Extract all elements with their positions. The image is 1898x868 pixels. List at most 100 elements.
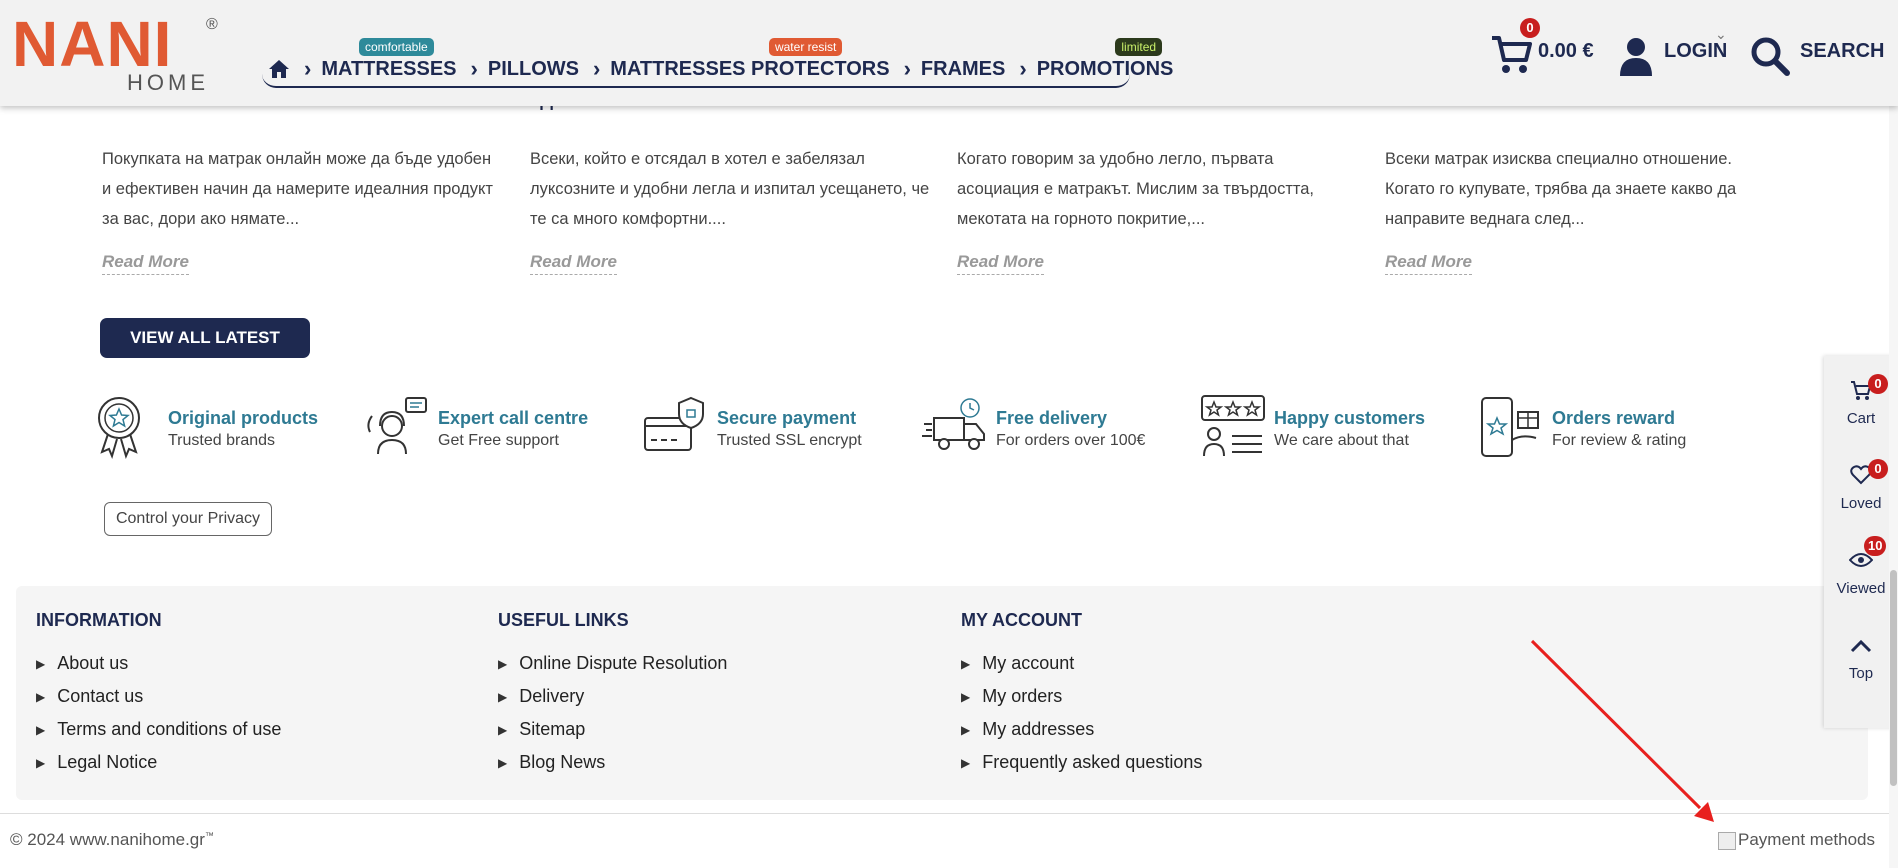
side-viewed-button[interactable]: 10 Viewed [1824, 536, 1898, 597]
award-medal-icon [98, 397, 140, 459]
side-loved-button[interactable]: 0 Loved [1824, 451, 1898, 512]
read-more-link[interactable]: Read More [1385, 252, 1472, 275]
caret-right-icon: ▶ [36, 689, 46, 704]
view-all-posts-button[interactable]: VIEW ALL LATEST POSTS [100, 318, 310, 387]
caret-right-icon: ▶ [498, 689, 508, 704]
footer-column-heading: USEFUL LINKS [498, 610, 629, 630]
cart-icon [1492, 36, 1532, 73]
footer-column-useful-links: USEFUL LINKS ▶ Online Dispute Resolution … [498, 610, 727, 779]
footer-link[interactable]: ▶ My addresses [961, 713, 1202, 746]
chevron-down-icon[interactable]: ⌄ [1715, 26, 1727, 43]
nav-item-mattresses-protectors[interactable]: › MATTRESSES PROTECTORS water resist [592, 38, 890, 84]
caret-right-icon: ▶ [961, 689, 971, 704]
feature-title: Original products [168, 408, 319, 428]
main-nav: › MATTRESSES comfortable › PILLOWS › MAT… [262, 38, 1173, 88]
footer-link[interactable]: ▶ Delivery [498, 680, 727, 713]
nav-item-label: FRAMES [920, 57, 1006, 80]
nav-item-label: MATTRESSES [321, 57, 457, 80]
nav-badge-comfortable: comfortable [359, 38, 434, 56]
back-to-top-button[interactable]: Top [1824, 621, 1898, 682]
footer-link[interactable]: ▶ Legal Notice [36, 746, 281, 779]
nav-item-pillows[interactable]: › PILLOWS [471, 54, 579, 84]
chevron-right-icon: › [903, 56, 911, 81]
site-header: NANI ® HOME › MATTRESSES comfortable › P… [0, 0, 1898, 106]
nav-item-frames[interactable]: › FRAMES [904, 54, 1006, 84]
read-more-link[interactable]: Read More [957, 252, 1044, 275]
side-viewed-label: Viewed [1836, 580, 1886, 597]
footer-link-label: My addresses [982, 719, 1095, 739]
cart-total[interactable]: 0.00 € [1538, 40, 1594, 63]
feature-subtitle: For orders over 100€ [996, 432, 1146, 449]
blog-post: СИ? Всеки матрак изисква специално отнош… [1385, 88, 1785, 234]
footer-column-information: INFORMATION ▶ About us ▶ Contact us ▶ Terms… [36, 610, 281, 779]
footer-link-label: About us [57, 653, 129, 673]
footer-link[interactable]: ▶ My orders [961, 680, 1202, 713]
feature-subtitle: For review & rating [1552, 432, 1687, 449]
read-more-link[interactable]: Read More [102, 252, 189, 275]
post-excerpt: Всеки матрак изисква специално отношение… [1385, 150, 1737, 228]
chevron-right-icon: › [1019, 56, 1027, 81]
nav-badge-limited: limited [1115, 38, 1163, 56]
footer-link-label: Sitemap [519, 719, 586, 739]
footer-link[interactable]: ▶ Terms and conditions of use [36, 713, 281, 746]
caret-right-icon: ▶ [498, 656, 508, 671]
search-button[interactable] [1750, 36, 1790, 81]
footer-link[interactable]: ▶ Blog News [498, 746, 727, 779]
read-more-link[interactable]: Read More [530, 252, 617, 275]
blog-post: ПОКУПКА НА МАТРАК ONLINE Покупката на ма… [102, 88, 502, 234]
footer-column-my-account: MY ACCOUNT ▶ My account ▶ My orders ▶ My ad… [961, 610, 1202, 779]
footer-link-label: My account [982, 653, 1075, 673]
feature-subtitle: Trusted brands [168, 432, 276, 449]
footer-link-label: Contact us [57, 686, 144, 706]
phone-gift-icon [1481, 397, 1539, 457]
feature-subtitle: We care about that [1274, 432, 1409, 449]
nav-item-promotions[interactable]: › PROMOTIONS limited [1019, 38, 1174, 84]
feature-title: Orders reward [1552, 408, 1676, 428]
footer-link[interactable]: ▶ Contact us [36, 680, 281, 713]
footer-link-label: Frequently asked questions [982, 752, 1203, 772]
copyright-text: © 2024 www.nanihome.gr™ [10, 830, 214, 850]
feature-title: Happy customers [1274, 408, 1426, 428]
nav-item-mattresses[interactable]: › MATTRESSES comfortable [304, 38, 457, 84]
footer-link[interactable]: ▶ Online Dispute Resolution [498, 647, 727, 680]
logo-subtitle: HOME [127, 70, 209, 95]
broken-image-icon [1718, 831, 1736, 850]
secure-card-icon [644, 396, 704, 451]
footer-link-label: Legal Notice [57, 752, 158, 772]
side-cart-button[interactable]: 0 Cart [1824, 366, 1898, 427]
nani-home-logo[interactable]: NANI ® HOME [12, 12, 222, 96]
footer-link-label: Delivery [519, 686, 585, 706]
nav-item-label: MATTRESSES PROTECTORS [610, 57, 890, 80]
caret-right-icon: ▶ [36, 755, 46, 770]
search-label[interactable]: SEARCH [1800, 40, 1884, 63]
blog-post: МАТРАКА? Когато говорим за удобно легло,… [957, 88, 1357, 234]
back-to-top-label: Top [1848, 665, 1874, 682]
trademark-mark: ™ [204, 830, 214, 841]
caret-right-icon: ▶ [961, 722, 971, 737]
footer-links-panel [16, 586, 1868, 800]
delivery-truck-icon [922, 398, 985, 450]
control-privacy-button[interactable]: Control your Privacy [104, 502, 272, 536]
caret-right-icon: ▶ [36, 722, 46, 737]
footer-column-heading: INFORMATION [36, 610, 162, 630]
page-scrollbar-thumb[interactable] [1890, 570, 1897, 786]
logo-brand: NANI [12, 8, 173, 80]
copyright-label: © 2024 www.nanihome.gr [10, 830, 205, 849]
footer-link[interactable]: ▶ Sitemap [498, 713, 727, 746]
footer-link[interactable]: ▶ About us [36, 647, 281, 680]
chevron-up-icon [1850, 639, 1872, 653]
footer-link[interactable]: ▶ My account [961, 647, 1202, 680]
side-loved-label: Loved [1840, 495, 1882, 512]
nav-item-label: PROMOTIONS [1036, 57, 1174, 80]
nav-badge-water-resist: water resist [768, 38, 843, 56]
home-icon[interactable] [268, 54, 290, 84]
login-label[interactable]: LOGIN [1664, 40, 1727, 63]
chevron-right-icon: › [592, 56, 601, 81]
post-excerpt: Когато говорим за удобно легло, първата … [957, 150, 1315, 228]
caret-right-icon: ▶ [961, 656, 971, 671]
footer-link-label: My orders [982, 686, 1063, 706]
payment-methods-alt: Payment methods [1738, 830, 1876, 849]
footer-link[interactable]: ▶ Frequently asked questions [961, 746, 1202, 779]
user-icon [1620, 38, 1652, 76]
quick-access-panel: 0 Cart 0 Loved 10 Viewed Top [1824, 356, 1898, 728]
